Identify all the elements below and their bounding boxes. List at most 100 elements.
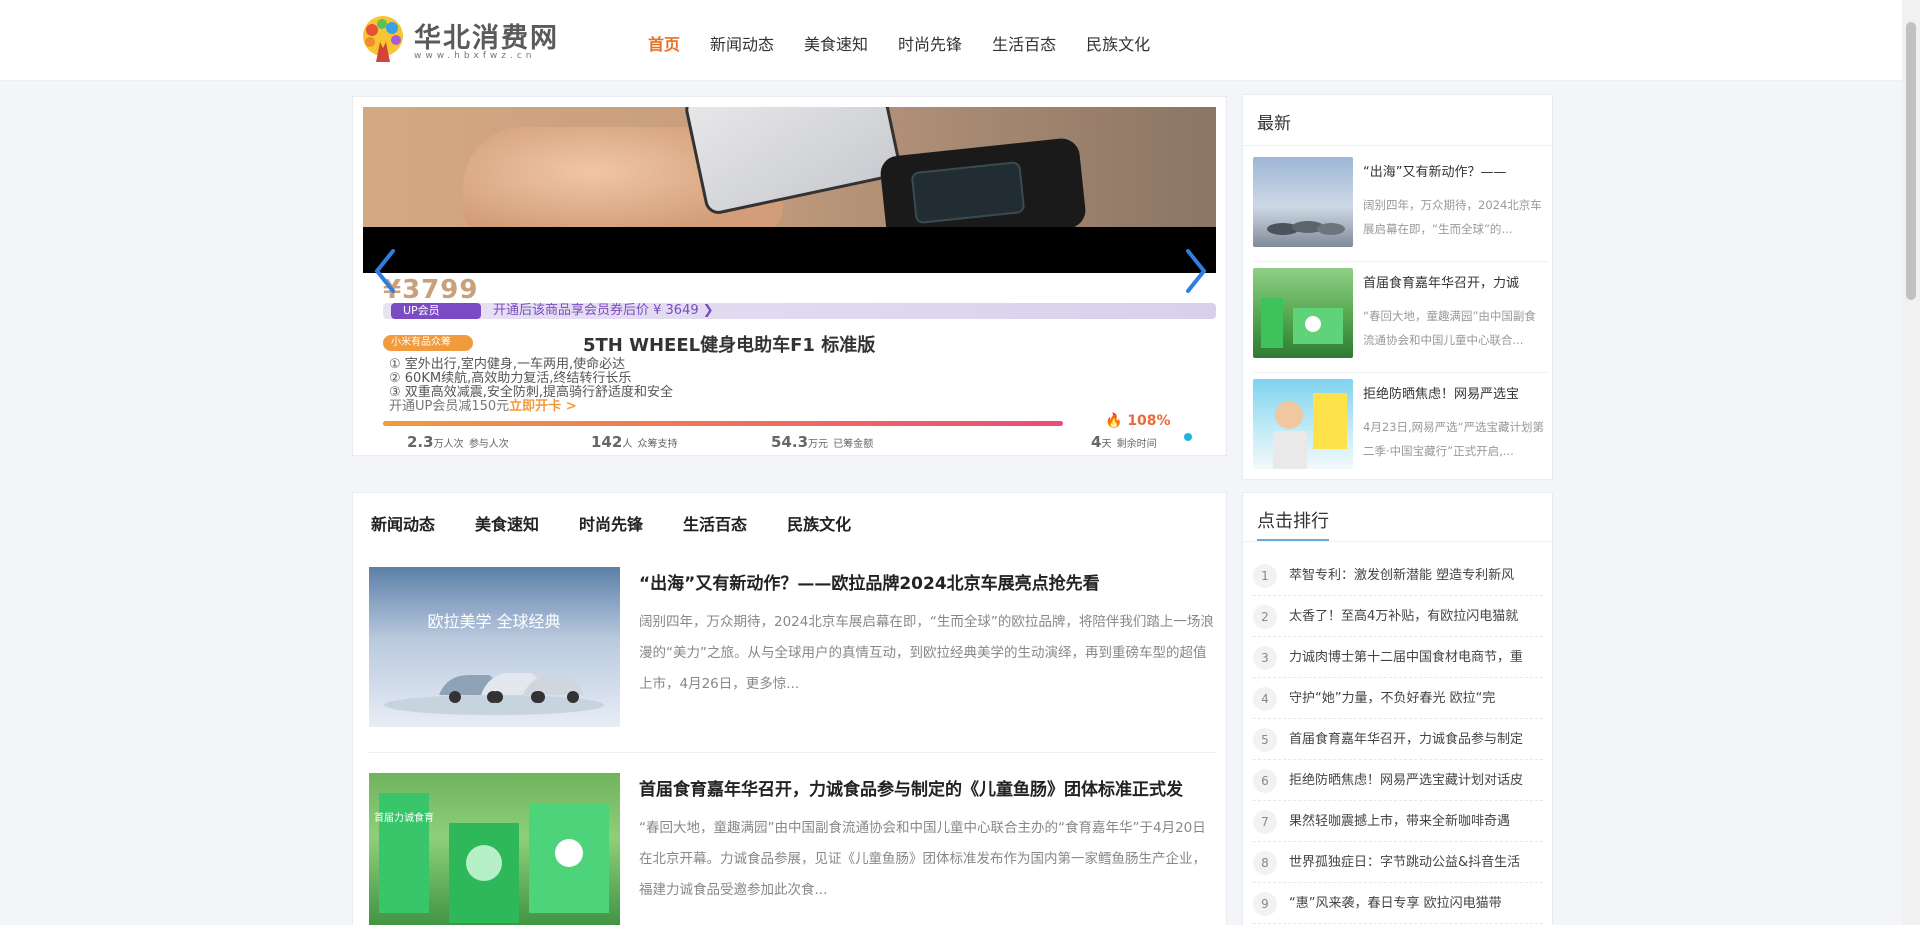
tag-chip-label: 小米有品众筹 bbox=[391, 337, 451, 348]
cars-illustration-icon: 欧拉美学 全球经典 bbox=[384, 612, 604, 715]
nav-item-fashion[interactable]: 时尚先锋 bbox=[898, 0, 962, 81]
slider-dot-active[interactable] bbox=[1184, 433, 1192, 441]
latest-item-desc: 4月23日,网易严选“严选宝藏计划第二季·中国宝藏行”正式开启,... bbox=[1363, 420, 1545, 458]
stat-label: 众筹支持 bbox=[637, 439, 678, 450]
rank-item[interactable]: 6 拒绝防晒焦虑！网易严选宝藏计划对话皮 bbox=[1253, 760, 1543, 801]
panel-divider bbox=[1243, 541, 1552, 542]
stat-value: 54.3 bbox=[771, 433, 809, 451]
slide-image[interactable]: ¥3799 UP会员 开通后该商品享会员券后价 ¥ 3649 ❯ 小米有品众筹 … bbox=[363, 107, 1216, 451]
rank-item[interactable]: 2 太香了！至高4万补贴，有欧拉闪电猫就 bbox=[1253, 596, 1543, 637]
latest-thumb bbox=[1253, 157, 1353, 247]
article-divider bbox=[369, 752, 1216, 753]
stat-label: 参与人次 bbox=[468, 439, 509, 450]
article-desc: 阔别四年，万众期待，2024北京车展启幕在即，“生而全球”的欧拉品牌，将陪伴我们… bbox=[639, 614, 1214, 692]
open-vip-line: 开通UP会员减150元立即开卡 > bbox=[389, 395, 577, 414]
tab-news[interactable]: 新闻动态 bbox=[371, 511, 435, 535]
rank-item[interactable]: 8 世界孤独症日：字节跳动公益&抖音生活 bbox=[1253, 842, 1543, 883]
tab-fashion[interactable]: 时尚先锋 bbox=[579, 511, 643, 535]
stat-label: 已筹金额 bbox=[833, 439, 874, 450]
open-vip-link[interactable]: 立即开卡 > bbox=[509, 399, 576, 414]
article-title[interactable]: 首届食育嘉年华召开，力诚食品参与制定的《儿童鱼肠》团体标准正式发 bbox=[639, 775, 1216, 800]
stat-value: 142 bbox=[591, 433, 623, 451]
rank-item-text[interactable]: 萃智专利：激发创新潜能 塑造专利新风 bbox=[1289, 555, 1543, 597]
tag-chip: 小米有品众筹 bbox=[383, 335, 473, 351]
thumb-caption: 欧拉美学 全球经典 bbox=[427, 612, 560, 631]
rank-number: 7 bbox=[1253, 810, 1277, 834]
article-thumb[interactable]: 首届力诚食育 bbox=[369, 773, 620, 925]
rank-item-text[interactable]: 守护“她”力量，不负好春光 欧拉“完 bbox=[1289, 678, 1543, 720]
rank-item[interactable]: 9 “惠”风来袭，春日专享 欧拉闪电猫带 bbox=[1253, 883, 1543, 924]
rank-item[interactable]: 4 守护“她”力量，不负好春光 欧拉“完 bbox=[1253, 678, 1543, 719]
latest-item[interactable]: 拒绝防晒焦虑！网易严选宝 4月23日,网易严选“严选宝藏计划第二季·中国宝藏行”… bbox=[1253, 373, 1548, 479]
page-scrollbar-thumb[interactable] bbox=[1906, 22, 1916, 300]
tab-life[interactable]: 生活百态 bbox=[683, 511, 747, 535]
stat-unit: 人 bbox=[622, 439, 633, 450]
stat-supporters: 142人 众筹支持 bbox=[591, 433, 678, 451]
rank-title: 点击排行 bbox=[1257, 511, 1329, 532]
article-desc: “春回大地，童趣满园”由中国副食流通协会和中国儿童中心联合主办的“食育嘉年华”于… bbox=[639, 820, 1206, 898]
latest-item-title[interactable]: “出海”又有新动作？—— bbox=[1363, 161, 1547, 180]
tab-food[interactable]: 美食速知 bbox=[475, 511, 539, 535]
stat-unit: 万人次 bbox=[433, 439, 464, 450]
promo-text: 开通后该商品享会员券后价 ¥ 3649 ❯ bbox=[493, 303, 714, 318]
stat-value: 2.3 bbox=[407, 433, 434, 451]
rank-number: 6 bbox=[1253, 769, 1277, 793]
rank-item-text[interactable]: 太香了！至高4万补贴，有欧拉闪电猫就 bbox=[1289, 596, 1543, 638]
main-nav: 首页 新闻动态 美食速知 时尚先锋 生活百态 民族文化 bbox=[648, 0, 1180, 81]
rank-item-text[interactable]: 果然轻咖震撼上市，带来全新咖啡奇遇 bbox=[1289, 801, 1543, 843]
rank-item-text[interactable]: 世界孤独症日：字节跳动公益&抖音生活 bbox=[1289, 842, 1543, 884]
nav-item-food[interactable]: 美食速知 bbox=[804, 0, 868, 81]
site-logo[interactable]: 华北消费网 www.hbxfwz.cn bbox=[358, 14, 558, 66]
funding-percent-label: 108% bbox=[1127, 413, 1171, 429]
logo-url: www.hbxfwz.cn bbox=[414, 51, 536, 61]
rank-number: 8 bbox=[1253, 851, 1277, 875]
latest-item[interactable]: “出海”又有新动作？—— 阔别四年，万众期待，2024北京车展启幕在即，“生而全… bbox=[1253, 151, 1548, 257]
slide-black-band bbox=[363, 227, 1216, 273]
slider-prev-arrow-icon[interactable] bbox=[371, 247, 399, 295]
stat-participants: 2.3万人次 参与人次 bbox=[407, 433, 509, 451]
latest-panel: 最新 “出海”又有新动作？—— 阔别四年，万众期待，2024北京车展启幕在即，“… bbox=[1242, 94, 1553, 480]
car-icon bbox=[1267, 221, 1345, 235]
article-title[interactable]: “出海”又有新动作？——欧拉品牌2024北京车展亮点抢先看 bbox=[639, 569, 1216, 594]
latest-item-title[interactable]: 拒绝防晒焦虑！网易严选宝 bbox=[1363, 383, 1547, 402]
rank-item-text[interactable]: 首届食育嘉年华召开，力诚食品参与制定 bbox=[1289, 719, 1543, 761]
nav-item-news[interactable]: 新闻动态 bbox=[710, 0, 774, 81]
nav-item-life[interactable]: 生活百态 bbox=[992, 0, 1056, 81]
stat-remaining: 4天 剩余时间 bbox=[1091, 433, 1157, 451]
phone-shape bbox=[682, 107, 904, 217]
news-tabs: 新闻动态 美食速知 时尚先锋 生活百态 民族文化 bbox=[371, 511, 891, 535]
latest-thumb bbox=[1253, 379, 1353, 469]
stat-label: 剩余时间 bbox=[1116, 439, 1157, 450]
latest-item-title[interactable]: 首届食育嘉年华召开，力诚 bbox=[1363, 272, 1547, 291]
tab-culture[interactable]: 民族文化 bbox=[787, 511, 851, 535]
page-scrollbar[interactable] bbox=[1902, 0, 1920, 925]
logo-text: 华北消费网 bbox=[414, 23, 559, 54]
slider-next-arrow-icon[interactable] bbox=[1182, 247, 1210, 295]
latest-item-desc: 阔别四年，万众期待，2024北京车展启幕在即，“生而全球”的... bbox=[1363, 198, 1542, 236]
latest-item[interactable]: 首届食育嘉年华召开，力诚 “春回大地，童趣满园”由中国副食流通协会和中国儿童中心… bbox=[1253, 262, 1548, 368]
rank-number: 3 bbox=[1253, 646, 1277, 670]
latest-item-desc: “春回大地，童趣满园”由中国副食流通协会和中国儿童中心联合... bbox=[1363, 309, 1536, 347]
stat-value: 4 bbox=[1091, 433, 1102, 451]
rank-panel: 点击排行 1 萃智专利：激发创新潜能 塑造专利新风 2 太香了！至高4万补贴，有欧拉… bbox=[1242, 492, 1553, 925]
rank-item[interactable]: 5 首届食育嘉年华召开，力诚食品参与制定 bbox=[1253, 719, 1543, 760]
nav-item-home[interactable]: 首页 bbox=[648, 0, 680, 81]
stat-unit: 天 bbox=[1101, 439, 1112, 450]
rank-item-text[interactable]: 力诚肉博士第十二届中国食材电商节，重 bbox=[1289, 637, 1543, 679]
booth-icon bbox=[1261, 298, 1343, 348]
funding-progress-bar bbox=[383, 421, 1063, 426]
article-thumb[interactable]: 欧拉美学 全球经典 bbox=[369, 567, 620, 727]
rank-item-text[interactable]: “惠”风来袭，春日专享 欧拉闪电猫带 bbox=[1289, 883, 1543, 925]
rank-number: 4 bbox=[1253, 687, 1277, 711]
product-title: 5TH WHEEL健身电助车F1 标准版 bbox=[583, 335, 876, 356]
rank-number: 5 bbox=[1253, 728, 1277, 752]
news-list-panel: 新闻动态 美食速知 时尚先锋 生活百态 民族文化 欧拉美学 全球经典 “出海”又… bbox=[352, 492, 1227, 925]
nav-item-culture[interactable]: 民族文化 bbox=[1086, 0, 1150, 81]
site-header: 华北消费网 www.hbxfwz.cn 首页 新闻动态 美食速知 时尚先锋 生活… bbox=[0, 0, 1902, 81]
latest-thumb bbox=[1253, 268, 1353, 358]
booth-illustration-icon: 首届力诚食育 bbox=[374, 793, 609, 923]
rank-item[interactable]: 3 力诚肉博士第十二届中国食材电商节，重 bbox=[1253, 637, 1543, 678]
rank-item[interactable]: 1 萃智专利：激发创新潜能 塑造专利新风 bbox=[1253, 555, 1543, 596]
rank-item[interactable]: 7 果然轻咖震撼上市，带来全新咖啡奇遇 bbox=[1253, 801, 1543, 842]
rank-item-text[interactable]: 拒绝防晒焦虑！网易严选宝藏计划对话皮 bbox=[1289, 760, 1543, 802]
